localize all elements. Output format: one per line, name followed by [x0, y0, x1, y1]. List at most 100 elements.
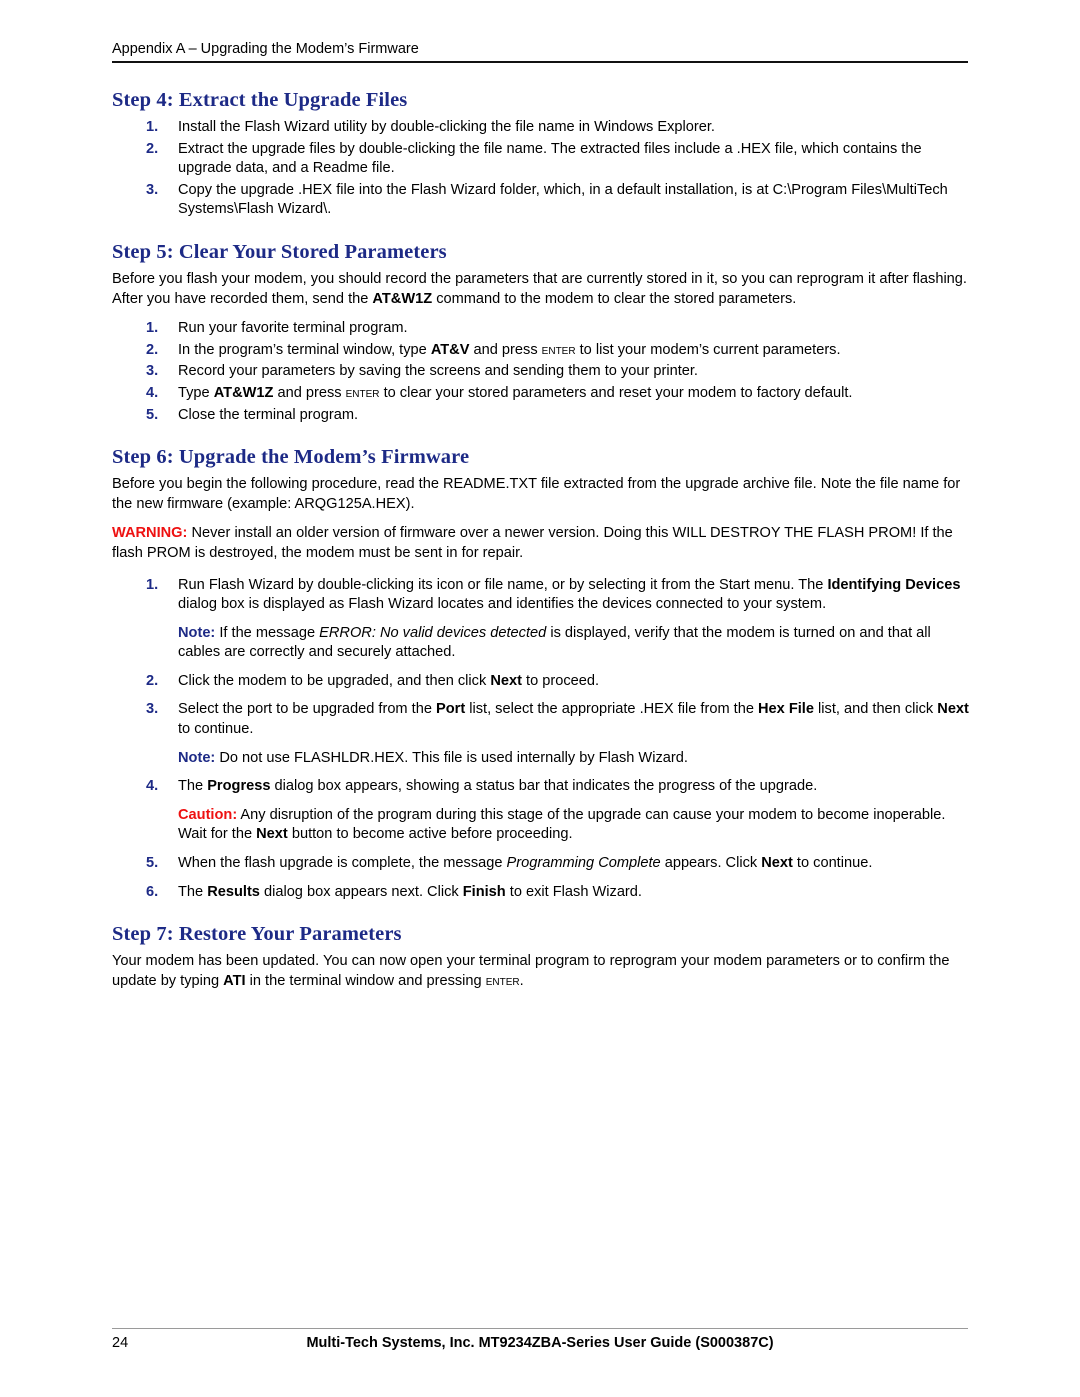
list-item-text-a: Run Flash Wizard by double-clicking its …	[178, 576, 828, 593]
list-item-number: 3.	[146, 181, 159, 198]
step-5-list: 1. Run your favorite terminal program. 2…	[112, 319, 972, 425]
list-item: 1. Run Flash Wizard by double-clicking i…	[112, 576, 972, 663]
list-item-text-c: to exit Flash Wizard.	[505, 883, 642, 900]
list-item-text-c: to continue.	[792, 855, 873, 872]
ui-label-next: Next	[761, 855, 793, 872]
list-item-text-b: dialog box appears next. Click	[259, 883, 463, 900]
list-item-text: Extract the upgrade files by double-clic…	[178, 140, 922, 177]
note-label: Note:	[178, 749, 216, 766]
running-footer: 24 Multi-Tech Systems, Inc. MT9234ZBA-Se…	[112, 1328, 968, 1357]
list-item-text-a: The	[178, 883, 208, 900]
ui-label-next: Next	[490, 672, 522, 689]
warning-text: Never install an older version of firmwa…	[112, 525, 953, 561]
list-item: 2. Click the modem to be upgraded, and t…	[112, 672, 972, 692]
step-6-list: 1. Run Flash Wizard by double-clicking i…	[112, 576, 972, 903]
list-item-text-b: list, select the appropriate .HEX file f…	[465, 701, 759, 718]
key-enter: Enter	[485, 972, 520, 989]
step-6-warning: WARNING: Never install an older version …	[112, 524, 972, 563]
heading-step-4: Step 4: Extract the Upgrade Files	[112, 89, 408, 111]
ui-label-port: Port	[436, 701, 466, 718]
list-item-number: 6.	[146, 883, 159, 900]
note-block: Note: Do not use FLASHLDR.HEX. This file…	[178, 749, 972, 769]
list-item: 6. The Results dialog box appears next. …	[112, 883, 972, 903]
footer-center-text: Multi-Tech Systems, Inc. MT9234ZBA-Serie…	[306, 1335, 774, 1351]
list-item: 2. In the program’s terminal window, typ…	[112, 341, 972, 361]
key-enter: Enter	[541, 341, 576, 358]
heading-step-7: Step 7: Restore Your Parameters	[112, 923, 402, 946]
ui-label-results: Results	[207, 883, 260, 900]
list-item-text-b: dialog box is displayed as Flash Wizard …	[178, 596, 827, 613]
list-item-text-a: Select the port to be upgraded from the	[178, 701, 436, 718]
list-item-number: 1.	[146, 119, 159, 135]
command-text: AT&W1Z	[213, 384, 274, 401]
list-item-number: 1.	[146, 320, 159, 337]
list-item-number: 2.	[146, 341, 159, 358]
list-item-number: 2.	[146, 672, 159, 689]
list-item-number: 1.	[146, 576, 159, 593]
ui-label-next: Next	[937, 701, 969, 718]
footer-rule	[112, 1328, 968, 1329]
caution-text-b: button to become active before proceedin…	[287, 826, 573, 843]
list-item: 3. Select the port to be upgraded from t…	[112, 700, 972, 768]
step-7-paragraph: Your modem has been updated. You can now…	[112, 952, 972, 991]
list-item-text-a: Click the modem to be upgraded, and then…	[178, 672, 491, 689]
list-item-text: Run your favorite terminal program.	[178, 320, 408, 337]
list-item-number: 3.	[146, 363, 159, 380]
list-item-text-c: list, and then click	[813, 701, 938, 718]
heading-step-6: Step 6: Upgrade the Modem’s Firmware	[112, 446, 470, 469]
document-page: Appendix A – Upgrading the Modem’s Firmw…	[0, 0, 1080, 1397]
list-item-number: 5.	[146, 406, 159, 423]
note-text-a: If the message	[215, 624, 320, 641]
list-item: 3. Copy the upgrade .HEX file into the F…	[112, 181, 972, 220]
step-5-intro-b: command to the modem to clear the stored…	[432, 290, 797, 307]
ui-label-next: Next	[256, 826, 288, 843]
running-header-text: Appendix A – Upgrading the Modem’s Firmw…	[112, 41, 419, 57]
list-item: 5. When the flash upgrade is complete, t…	[112, 854, 972, 874]
command-text: AT&V	[430, 341, 470, 358]
list-item-text-pre: In the program’s terminal window, type	[178, 341, 431, 358]
list-item: 3. Record your parameters by saving the …	[112, 362, 972, 382]
heading-step-5: Step 5: Clear Your Stored Parameters	[112, 240, 447, 263]
ui-label-identifying-devices: Identifying Devices	[827, 576, 961, 593]
caution-label: Caution:	[178, 806, 238, 823]
list-item-text: Install the Flash Wizard utility by doub…	[178, 119, 715, 135]
list-item: 4. The Progress dialog box appears, show…	[112, 777, 972, 845]
note-text: Do not use FLASHLDR.HEX. This file is us…	[215, 749, 688, 766]
list-item: 2. Extract the upgrade files by double-c…	[112, 140, 972, 179]
list-item-text: Copy the upgrade .HEX file into the Flas…	[178, 181, 948, 218]
list-item-text: Record your parameters by saving the scr…	[178, 363, 698, 380]
list-item-number: 4.	[146, 778, 159, 795]
list-item: 5. Close the terminal program.	[112, 406, 972, 426]
step-6-intro: Before you begin the following procedure…	[112, 476, 961, 512]
list-item-text-mid: and press	[469, 341, 542, 358]
caution-block: Caution: Any disruption of the program d…	[178, 806, 972, 845]
step-5-intro: Before you flash your modem, you should …	[112, 270, 972, 309]
list-item-text-a: The	[178, 778, 208, 795]
list-item-number: 4.	[146, 384, 159, 401]
list-item-text: Close the terminal program.	[178, 406, 359, 423]
list-item-text-mid: and press	[273, 384, 346, 401]
document-body: Step 4: Extract the Upgrade Files 1. Ins…	[112, 88, 972, 1001]
list-item-text-post: to clear your stored parameters and rese…	[379, 384, 853, 401]
warning-label: WARNING:	[112, 525, 188, 542]
ui-label-finish: Finish	[462, 883, 506, 900]
running-header: Appendix A – Upgrading the Modem’s Firmw…	[112, 40, 968, 63]
step-5-intro-command: AT&W1Z	[372, 290, 433, 307]
list-item-text-b: appears. Click	[660, 855, 762, 872]
footer-row: 24 Multi-Tech Systems, Inc. MT9234ZBA-Se…	[112, 1333, 968, 1357]
header-rule	[112, 61, 968, 63]
list-item: 1. Install the Flash Wizard utility by d…	[112, 118, 972, 138]
key-enter: Enter	[345, 384, 380, 401]
command-text: ATI	[223, 972, 246, 989]
list-item-text-b: to proceed.	[521, 672, 600, 689]
step-7-text-c: .	[519, 972, 524, 989]
list-item: 4. Type AT&W1Z and press Enter to clear …	[112, 384, 972, 404]
message-programming-complete: Programming Complete	[506, 855, 661, 872]
list-item-text-a: When the flash upgrade is complete, the …	[178, 855, 507, 872]
step-7-text-b: in the terminal window and pressing	[245, 972, 486, 989]
list-item-number: 5.	[146, 855, 159, 872]
note-block: Note: If the message ERROR: No valid dev…	[178, 624, 972, 663]
list-item-number: 2.	[146, 140, 159, 157]
ui-label-progress: Progress	[207, 778, 271, 795]
list-item: 1. Run your favorite terminal program.	[112, 319, 972, 339]
